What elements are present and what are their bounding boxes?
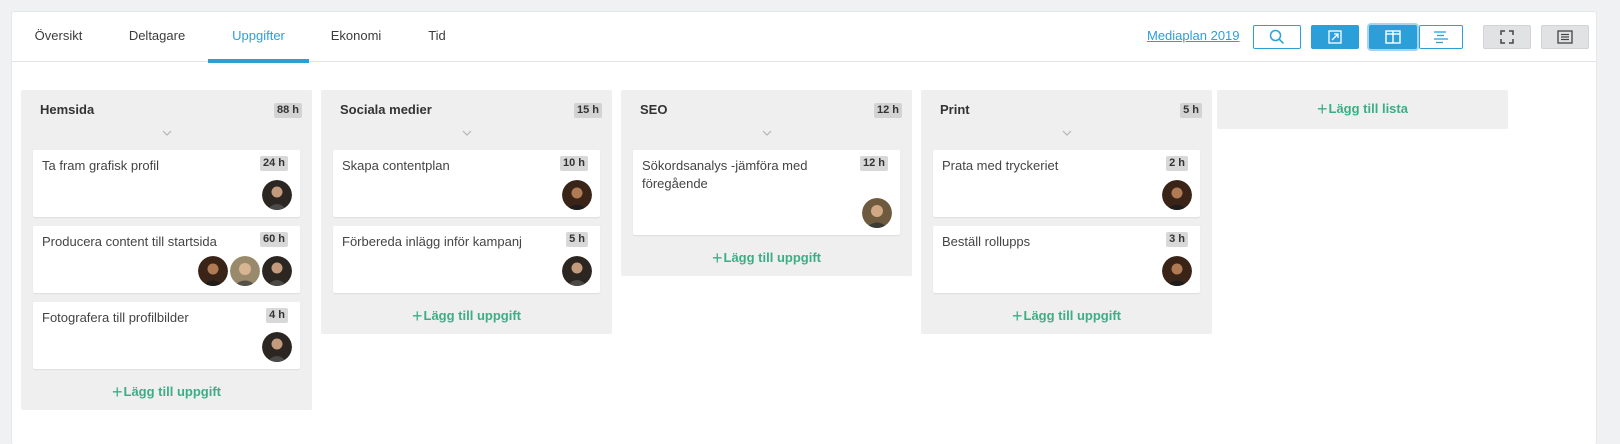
avatar[interactable] [1162, 180, 1192, 210]
assignee-avatars [262, 332, 292, 362]
avatar[interactable] [262, 332, 292, 362]
plus-icon: + [112, 382, 123, 402]
chevron-down-icon[interactable] [159, 128, 175, 138]
avatar[interactable] [562, 180, 592, 210]
assignee-avatars [198, 256, 292, 286]
column-hours-badge: 15 h [573, 103, 602, 118]
task-title: Fotografera till profilbilder [42, 310, 189, 325]
assignee-avatars [562, 180, 592, 210]
assignee-avatars [862, 198, 892, 228]
column-hours-badge: 88 h [273, 103, 302, 118]
assignee-avatars [562, 256, 592, 286]
avatar[interactable] [1162, 256, 1192, 286]
plus-icon: + [412, 306, 423, 326]
gantt-view-icon [1434, 31, 1448, 44]
task-card[interactable]: Fotografera till profilbilder 4 h [33, 302, 300, 369]
column-title[interactable]: Sociala medier [340, 102, 432, 117]
plus-icon: + [1317, 99, 1328, 119]
tab-oversikt[interactable]: Översikt [12, 12, 105, 62]
list-column-sociala-medier: Sociala medier 15 h Skapa contentplan 10… [321, 90, 612, 334]
task-hours-badge: 10 h [559, 156, 588, 171]
task-card[interactable]: Beställ rollupps 3 h [933, 226, 1200, 293]
column-title[interactable]: Print [940, 102, 970, 117]
task-hours-badge: 2 h [1166, 156, 1188, 171]
task-title: Prata med tryckeriet [942, 158, 1059, 173]
main-panel: Översikt Deltagare Uppgifter Ekonomi Tid… [12, 12, 1596, 444]
task-hours-badge: 5 h [566, 232, 588, 247]
board-view-icon [1385, 30, 1401, 44]
assignee-avatars [262, 180, 292, 210]
column-title[interactable]: SEO [640, 102, 667, 117]
avatar[interactable] [198, 256, 228, 286]
list-view-button[interactable] [1541, 25, 1589, 49]
board-view-button[interactable] [1369, 25, 1417, 49]
list-view-icon [1557, 30, 1573, 44]
task-card[interactable]: Prata med tryckeriet 2 h [933, 150, 1200, 217]
plus-icon: + [712, 248, 723, 268]
task-hours-badge: 60 h [259, 232, 288, 247]
task-title: Skapa contentplan [342, 158, 450, 173]
avatar[interactable] [562, 256, 592, 286]
task-title: Beställ rollupps [942, 234, 1031, 249]
chevron-down-icon[interactable] [759, 128, 775, 138]
task-card[interactable]: Skapa contentplan 10 h [333, 150, 600, 217]
task-hours-badge: 24 h [259, 156, 288, 171]
task-hours-badge: 12 h [859, 156, 888, 171]
plus-icon: + [1012, 306, 1023, 326]
task-title: Ta fram grafisk profil [42, 158, 160, 173]
assignee-avatars [1162, 256, 1192, 286]
task-card[interactable]: Sökordsanalys -jämföra med föregående 12… [633, 150, 900, 235]
task-card[interactable]: Producera content till startsida 60 h [33, 226, 300, 293]
column-hours-badge: 12 h [873, 103, 902, 118]
list-column-print: Print 5 h Prata med tryckeriet 2 h Bestä… [921, 90, 1212, 334]
add-task-button[interactable]: +Lägg till uppgift [21, 382, 312, 403]
tab-tid[interactable]: Tid [422, 12, 452, 62]
external-link-icon [1328, 30, 1342, 44]
task-title: Förbereda inlägg inför kampanj [342, 234, 522, 249]
tab-uppgifter[interactable]: Uppgifter [208, 12, 309, 63]
chevron-down-icon[interactable] [1059, 128, 1075, 138]
task-title: Sökordsanalys -jämföra med föregående [642, 158, 808, 191]
list-column-seo: SEO 12 h Sökordsanalys -jämföra med före… [621, 90, 912, 276]
search-icon [1269, 29, 1285, 45]
add-list-button[interactable]: +Lägg till lista [1217, 90, 1508, 129]
export-button[interactable] [1311, 25, 1359, 49]
task-card[interactable]: Förbereda inlägg inför kampanj 5 h [333, 226, 600, 293]
column-title[interactable]: Hemsida [40, 102, 94, 117]
add-task-button[interactable]: +Lägg till uppgift [621, 248, 912, 269]
task-hours-badge: 4 h [266, 308, 288, 323]
avatar[interactable] [262, 180, 292, 210]
avatar[interactable] [230, 256, 260, 286]
task-hours-badge: 3 h [1166, 232, 1188, 247]
fullscreen-button[interactable] [1483, 25, 1531, 49]
column-hours-badge: 5 h [1180, 103, 1202, 118]
assignee-avatars [1162, 180, 1192, 210]
project-link[interactable]: Mediaplan 2019 [1147, 28, 1240, 43]
avatar[interactable] [862, 198, 892, 228]
search-button[interactable] [1253, 25, 1301, 49]
avatar[interactable] [262, 256, 292, 286]
gantt-view-button[interactable] [1419, 25, 1463, 49]
tab-deltagare[interactable]: Deltagare [120, 12, 194, 62]
fullscreen-icon [1500, 30, 1514, 44]
task-title: Producera content till startsida [42, 234, 217, 249]
add-task-button[interactable]: +Lägg till uppgift [921, 306, 1212, 327]
task-card[interactable]: Ta fram grafisk profil 24 h [33, 150, 300, 217]
list-column-hemsida: Hemsida 88 h Ta fram grafisk profil 24 h… [21, 90, 312, 410]
add-task-button[interactable]: +Lägg till uppgift [321, 306, 612, 327]
tab-ekonomi[interactable]: Ekonomi [327, 12, 385, 62]
chevron-down-icon[interactable] [459, 128, 475, 138]
top-navigation: Översikt Deltagare Uppgifter Ekonomi Tid… [12, 12, 1596, 63]
